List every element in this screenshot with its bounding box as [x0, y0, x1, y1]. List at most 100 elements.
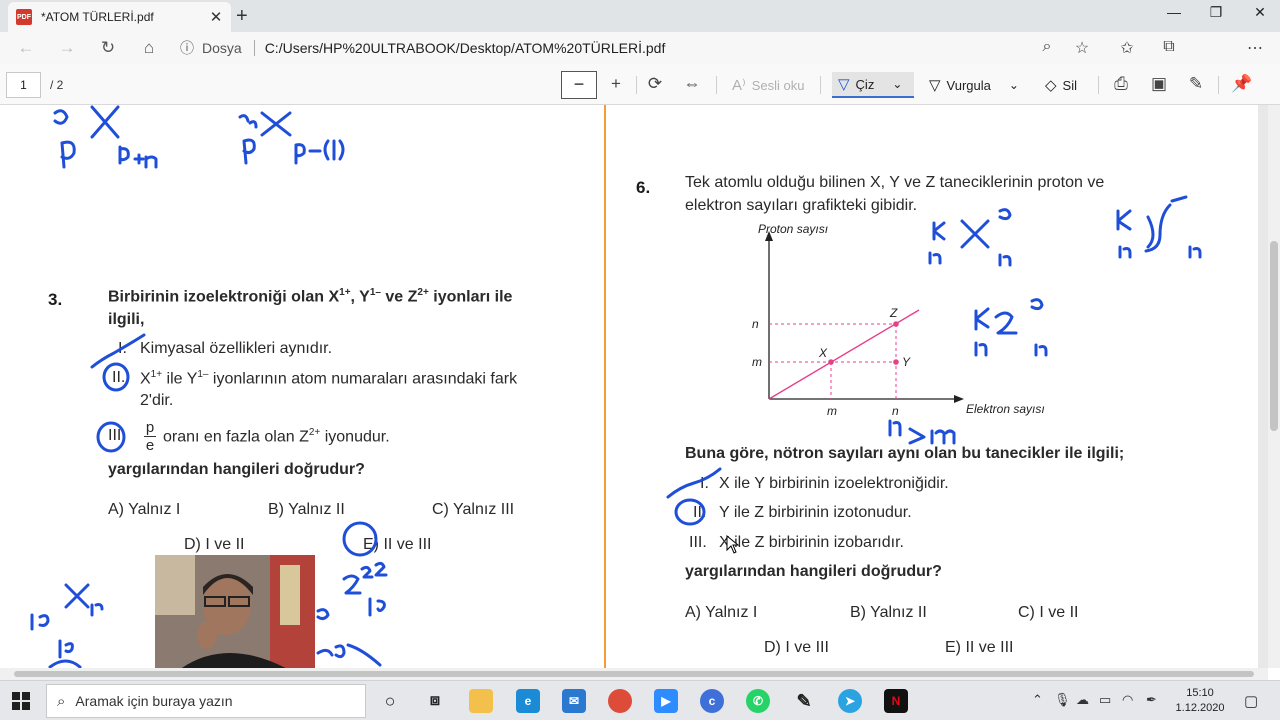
tab-title: *ATOM TÜRLERİ.pdf: [41, 10, 154, 24]
q3-option-b: B) Yalnız II: [268, 501, 345, 518]
question-3-number: 3.: [48, 290, 63, 309]
erase-button[interactable]: ◇ Sil: [1045, 72, 1077, 98]
data-point-label: Y: [902, 355, 911, 369]
q3-option-d: D) I ve II: [184, 536, 245, 553]
close-window-button[interactable]: ✕: [1240, 4, 1280, 21]
data-point-y: [893, 359, 899, 365]
collections-icon[interactable]: ⧉: [1158, 38, 1180, 56]
data-point-z: [893, 321, 899, 327]
back-icon[interactable]: ←: [15, 38, 37, 58]
pen-workspace-icon[interactable]: ✒: [1146, 692, 1157, 708]
telegram-icon[interactable]: ➤: [838, 689, 862, 713]
q6-statement-2: Y ile Z birbirinin izotonudur.: [719, 504, 912, 521]
microphone-icon[interactable]: 🎙: [1054, 692, 1071, 708]
draw-button[interactable]: ▽ Çiz ⌄: [832, 72, 914, 98]
browser-app-icon[interactable]: c: [700, 689, 724, 713]
question-6-stem-line2: elektron sayıları grafikteki gibidir.: [685, 197, 918, 214]
close-tab-icon[interactable]: ✕: [209, 8, 223, 26]
q6-option-d: D) I ve III: [764, 639, 829, 656]
zoom-out-button[interactable]: −: [561, 71, 597, 99]
new-tab-button[interactable]: +: [236, 5, 248, 28]
maximize-button[interactable]: ❐: [1196, 4, 1236, 21]
pin-toolbar-icon[interactable]: 📌: [1230, 74, 1254, 94]
pdf-icon: PDF: [16, 9, 32, 25]
y-tick-label: m: [752, 355, 762, 369]
file-explorer-icon[interactable]: [469, 689, 493, 713]
q6-option-b: B) Yalnız II: [850, 604, 927, 621]
chevron-down-icon[interactable]: ⌄: [1009, 78, 1019, 92]
q6-option-a: A) Yalnız I: [685, 604, 758, 621]
pen-tool-icon[interactable]: ✎: [792, 689, 816, 713]
netflix-icon[interactable]: N: [884, 689, 908, 713]
highlight-button[interactable]: ▽ Vurgula ⌄: [929, 72, 1019, 98]
minimize-button[interactable]: —: [1154, 4, 1194, 20]
refresh-icon[interactable]: ↻: [97, 38, 119, 58]
taskbar-search-box[interactable]: ⌕ Aramak için buraya yazın: [46, 684, 366, 718]
page-number-input[interactable]: 1: [6, 72, 41, 98]
vertical-scroll-thumb[interactable]: [1270, 241, 1278, 431]
print-icon[interactable]: ⎙: [1109, 74, 1133, 94]
read-aloud-button[interactable]: A⁾ Sesli oku: [732, 72, 804, 98]
q6-option-c: C) I ve II: [1018, 604, 1079, 621]
q3-statement-1: Kimyasal özellikleri aynıdır.: [140, 340, 333, 357]
q6-option-e: E) II ve III: [945, 639, 1014, 656]
pdf-document[interactable]: 3. Birbirinin izoelektroniği olan X1+, Y…: [0, 105, 1268, 668]
zoom-app-icon[interactable]: ▶: [654, 689, 678, 713]
fit-page-icon[interactable]: ⇔: [680, 74, 704, 94]
q3-option-a: A) Yalnız I: [108, 501, 181, 518]
url-text[interactable]: C:/Users/HP%20ULTRABOOK/Desktop/ATOM%20T…: [265, 40, 666, 56]
system-clock[interactable]: 15:10 1.12.2020: [1175, 686, 1225, 716]
address-field[interactable]: ⓘ Dosya C:/Users/HP%20ULTRABOOK/Desktop/…: [180, 36, 1100, 60]
home-icon[interactable]: ⌂: [138, 38, 160, 58]
address-separator: [253, 40, 255, 56]
column-divider: [604, 105, 606, 668]
show-hidden-icons[interactable]: ⌃: [1032, 692, 1043, 708]
wifi-icon[interactable]: ◠: [1122, 692, 1133, 708]
y-tick-label: n: [752, 317, 759, 331]
clock-date: 1.12.2020: [1175, 702, 1225, 714]
q3-fraction: p e: [144, 419, 156, 454]
q3-option-e: E) II ve III: [363, 536, 432, 553]
data-point-label: Z: [889, 306, 898, 320]
chrome-icon[interactable]: [608, 689, 632, 713]
data-point-x: [828, 359, 834, 365]
favorite-star-icon[interactable]: ☆: [1071, 38, 1093, 58]
horizontal-scrollbar[interactable]: [0, 668, 1268, 680]
data-point-label: X: [818, 346, 828, 360]
task-view-icon[interactable]: ⧈: [423, 689, 447, 713]
q3-option-c: C) Yalnız III: [432, 501, 515, 518]
cortana-icon[interactable]: ○: [378, 689, 402, 713]
mail-icon[interactable]: ✉: [562, 689, 586, 713]
whatsapp-icon[interactable]: ✆: [746, 689, 770, 713]
eraser-icon: ◇: [1045, 77, 1057, 94]
save-as-icon[interactable]: ✎: [1184, 74, 1208, 94]
erase-label: Sil: [1062, 77, 1077, 93]
battery-icon[interactable]: ▭: [1099, 692, 1111, 708]
q3-statement-3: oranı en fazla olan Z2+ iyonudur.: [163, 427, 390, 446]
q3-statement-1-num: I.: [118, 340, 127, 357]
rotate-icon[interactable]: ⟳: [643, 74, 667, 94]
edge-icon[interactable]: e: [516, 689, 540, 713]
read-aloud-icon: A⁾: [732, 77, 746, 94]
draw-pen-icon: ▽: [838, 76, 850, 93]
horizontal-scroll-thumb[interactable]: [14, 671, 1254, 677]
highlight-label: Vurgula: [946, 77, 991, 93]
page-edge: [1258, 105, 1268, 668]
info-icon[interactable]: ⓘ: [180, 38, 194, 58]
onedrive-icon[interactable]: ☁: [1076, 692, 1089, 708]
zoom-icon[interactable]: ⌕: [1036, 38, 1058, 56]
notifications-icon[interactable]: ▢: [1244, 692, 1258, 710]
zoom-in-icon[interactable]: +: [604, 74, 628, 94]
favorites-icon[interactable]: ✩: [1116, 38, 1138, 58]
chevron-down-icon[interactable]: ⌄: [892, 77, 902, 91]
windows-start-icon[interactable]: [12, 692, 30, 710]
q6-ask-head: Buna göre, nötron sayıları aynı olan bu …: [685, 445, 1125, 462]
vertical-scrollbar[interactable]: [1268, 105, 1280, 668]
more-menu-icon[interactable]: ⋯: [1244, 38, 1266, 58]
x-axis-label: Elektron sayısı: [966, 402, 1045, 416]
browser-tab[interactable]: PDF *ATOM TÜRLERİ.pdf ✕: [8, 2, 231, 32]
separator: [1218, 76, 1219, 94]
q6-ask: yargılarından hangileri doğrudur?: [685, 563, 942, 580]
forward-icon[interactable]: →: [56, 38, 78, 58]
save-icon[interactable]: ▣: [1147, 74, 1171, 94]
